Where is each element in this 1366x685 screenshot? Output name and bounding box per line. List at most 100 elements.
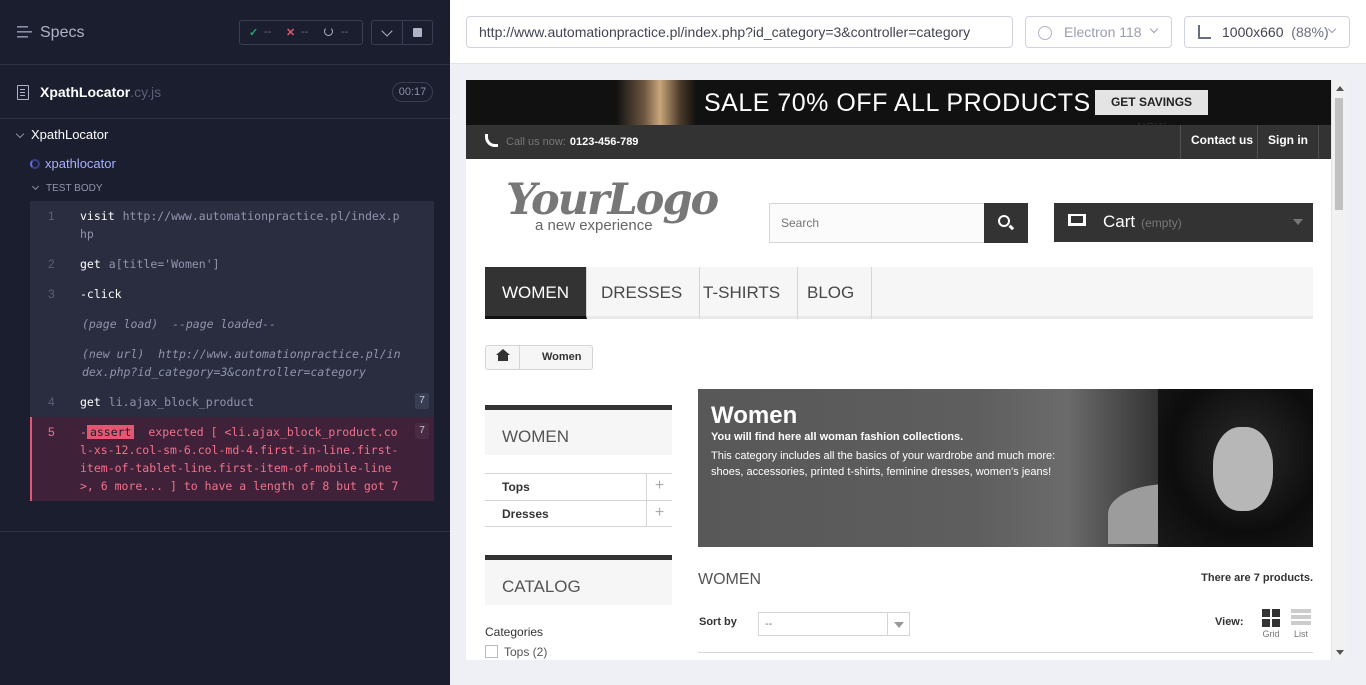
breadcrumb: Women: [485, 345, 593, 370]
sort-select[interactable]: --: [758, 612, 910, 636]
command-message: http://www.automationpractice.pl/index.p…: [80, 209, 400, 241]
filter-checkbox-row[interactable]: Tops (2): [485, 645, 547, 659]
cart-icon: [1068, 214, 1086, 226]
view-label: View:: [1215, 616, 1244, 628]
category-heading: WOMEN: [698, 571, 762, 588]
browser-selector[interactable]: Electron 118: [1025, 16, 1172, 48]
hero-line-1: You will find here all woman fashion col…: [711, 431, 964, 443]
viewport-selector[interactable]: 1000x660 (88%): [1184, 16, 1350, 48]
ruler-icon: [1198, 25, 1211, 39]
viewport-label: 1000x660 (88%): [1222, 24, 1329, 40]
expand-icon[interactable]: +: [646, 501, 672, 527]
command-event-row[interactable]: (page load) --page loaded--: [30, 309, 434, 339]
cart-status: (empty): [1141, 216, 1182, 230]
collapse-button[interactable]: [371, 20, 403, 45]
chevron-down-icon: [1327, 24, 1337, 34]
test-title-row[interactable]: xpathlocator: [0, 150, 450, 177]
sidebar-women-title: WOMEN: [502, 427, 570, 446]
aut-iframe: SALE 70% OFF ALL PRODUCTS GET SAVINGS NO…: [466, 80, 1346, 660]
site-logo[interactable]: YourLogo a new experience: [506, 175, 719, 240]
aut-header: http://www.automationpractice.pl/index.p…: [450, 0, 1366, 64]
command-name: get: [80, 395, 101, 409]
divider: [0, 531, 450, 532]
command-log: 1 visit http://www.automationpractice.pl/…: [30, 201, 434, 501]
logo-tagline: a new experience: [535, 217, 653, 234]
chevron-down-icon: [381, 25, 393, 37]
assert-keyword: assert: [86, 425, 135, 439]
command-number: 3: [48, 287, 55, 301]
hero-description: This category includes all the basics of…: [711, 450, 1056, 478]
command-event-row[interactable]: (new url) http://www.automationpractice.…: [30, 339, 434, 387]
command-message: a[title='Women']: [108, 257, 220, 271]
event-label: (new url): [82, 347, 145, 361]
test-suite: XpathLocator xpathlocator TEST BODY 1 vi…: [0, 120, 450, 501]
expand-icon[interactable]: +: [646, 474, 672, 500]
caret-down-icon: [15, 129, 25, 139]
menu-item-dresses[interactable]: DRESSES: [584, 267, 701, 319]
scroll-down-icon[interactable]: [1336, 650, 1344, 655]
grid-view-button[interactable]: Grid: [1259, 609, 1283, 639]
list-view-button[interactable]: List: [1289, 609, 1313, 639]
event-label: (page load): [82, 317, 159, 331]
search-icon: [998, 215, 1010, 227]
grid-icon: [1262, 609, 1280, 627]
promo-banner[interactable]: SALE 70% OFF ALL PRODUCTS GET SAVINGS NO…: [466, 80, 1331, 125]
command-row[interactable]: 4 get li.ajax_block_product 7: [30, 387, 434, 417]
home-icon[interactable]: [486, 346, 520, 369]
command-name: visit: [80, 209, 115, 223]
stop-icon: [413, 28, 422, 37]
sign-in-link[interactable]: Sign in: [1257, 125, 1319, 159]
subcategory-item[interactable]: Tops +: [485, 473, 672, 500]
products-count: There are 7 products.: [1201, 572, 1313, 584]
cart-block[interactable]: Cart (empty): [1054, 203, 1313, 242]
list-icon: [1291, 609, 1311, 627]
element-count-badge: 7: [415, 393, 429, 409]
specs-title[interactable]: Specs: [40, 24, 84, 42]
menu-item-women[interactable]: WOMEN: [485, 267, 588, 319]
stop-button[interactable]: [403, 20, 433, 45]
iframe-scrollbar[interactable]: [1331, 80, 1346, 660]
test-body-toggle[interactable]: TEST BODY: [0, 177, 450, 201]
command-number: 1: [48, 209, 55, 223]
passed-count: --: [264, 26, 272, 38]
specs-header: Specs ✓ -- ✕ -- --: [0, 0, 450, 65]
command-name: -: [80, 425, 87, 439]
categories-label: Categories: [485, 625, 544, 639]
element-count-badge: 7: [415, 423, 429, 439]
suite-title-row[interactable]: XpathLocator: [0, 120, 450, 150]
category-hero: Women You will find here all woman fashi…: [698, 389, 1313, 547]
spec-file-row[interactable]: XpathLocator.cy.js 00:17: [0, 65, 450, 119]
main-menu: WOMEN DRESSES T-SHIRTS BLOG: [485, 267, 1313, 319]
test-body-label: TEST BODY: [46, 183, 103, 194]
contact-us-link[interactable]: Contact us: [1180, 125, 1263, 159]
menu-item-blog[interactable]: BLOG: [790, 267, 873, 319]
pending-count: --: [341, 26, 349, 38]
scroll-up-icon[interactable]: [1336, 86, 1344, 91]
get-savings-button[interactable]: GET SAVINGS NOW: [1095, 90, 1208, 125]
caret-down-icon: [31, 182, 40, 191]
browser-label: Electron 118: [1064, 24, 1142, 40]
failed-assert-row[interactable]: 5 - assert expected [ <li.ajax_block_prod…: [30, 417, 434, 501]
command-row[interactable]: 3 -click: [30, 279, 434, 309]
scroll-thumb[interactable]: [1335, 98, 1343, 210]
filter-checkbox[interactable]: [485, 645, 498, 658]
test-title: xpathlocator: [45, 156, 116, 171]
menu-item-tshirts[interactable]: T-SHIRTS: [686, 267, 799, 319]
chevron-down-icon: [1149, 24, 1159, 34]
specs-menu-icon[interactable]: [17, 26, 32, 38]
dropdown-arrow-icon: [887, 613, 909, 635]
command-message: li.ajax_block_product: [108, 395, 255, 409]
search-input[interactable]: [770, 204, 984, 242]
header-nav: Call us now: 0123-456-789 Contact us Sign…: [466, 125, 1331, 159]
command-row[interactable]: 2 get a[title='Women']: [30, 249, 434, 279]
hero-title: Women: [711, 402, 798, 429]
subcategory-item[interactable]: Dresses +: [485, 500, 672, 527]
hero-model-face: [1213, 427, 1273, 511]
command-number: 2: [48, 257, 55, 271]
aut-url-bar[interactable]: http://www.automationpractice.pl/index.p…: [466, 16, 1013, 48]
command-row[interactable]: 1 visit http://www.automationpractice.pl/…: [30, 201, 434, 249]
phone-icon: [485, 134, 498, 147]
cart-label: Cart (empty): [1103, 212, 1182, 231]
subcategory-list: Tops + Dresses +: [485, 473, 672, 527]
search-button[interactable]: [984, 203, 1028, 243]
